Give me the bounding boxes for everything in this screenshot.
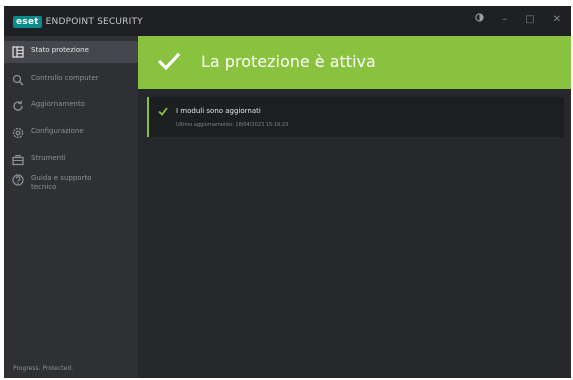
status-accent-bar bbox=[147, 97, 149, 137]
sidebar-item-strumenti[interactable]: Strumenti bbox=[4, 149, 138, 171]
close-button[interactable]: ✕ bbox=[553, 14, 561, 26]
sidebar-item-label: Stato protezione bbox=[31, 46, 89, 54]
search-icon bbox=[12, 74, 24, 86]
briefcase-icon bbox=[12, 154, 24, 166]
settings-icon bbox=[12, 127, 24, 139]
sidebar-item-label: Aggiornamento bbox=[31, 100, 85, 108]
main-content: I moduli sono aggiornati Ultimo aggiorna… bbox=[138, 89, 571, 378]
minimize-button[interactable]: – bbox=[502, 14, 507, 26]
modules-status-card[interactable]: I moduli sono aggiornati Ultimo aggiorna… bbox=[147, 97, 564, 137]
sidebar-item-guida-supporto[interactable]: Guida e supporto tecnico bbox=[4, 169, 138, 201]
help-icon bbox=[12, 174, 24, 186]
maximize-button[interactable]: □ bbox=[525, 14, 534, 26]
status-grid-icon bbox=[12, 46, 24, 58]
sidebar-item-aggiornamento[interactable]: Aggiornamento bbox=[4, 95, 138, 117]
sidebar-item-label: Controllo computer bbox=[31, 74, 99, 82]
refresh-icon bbox=[13, 100, 23, 111]
window-controls: – □ ✕ bbox=[475, 13, 561, 26]
checkmark-icon bbox=[158, 53, 180, 71]
product-name: ENDPOINT SECURITY bbox=[45, 17, 143, 27]
sidebar-item-stato-protezione[interactable]: Stato protezione bbox=[4, 41, 138, 63]
tagline: Progress. Protected. bbox=[13, 365, 74, 372]
protection-status-title: La protezione è attiva bbox=[201, 52, 376, 71]
status-banner: La protezione è attiva bbox=[138, 36, 571, 89]
eset-window: eset ENDPOINT SECURITY – □ ✕ Stato prote… bbox=[4, 6, 571, 378]
last-update-text: Ultimo aggiornamento: 18/04/2023 15:19:2… bbox=[176, 122, 289, 128]
sidebar-item-configurazione[interactable]: Configurazione bbox=[4, 122, 138, 144]
modules-status-title: I moduli sono aggiornati bbox=[176, 107, 261, 115]
eset-logo-mark: eset bbox=[13, 16, 42, 28]
eset-logo: eset ENDPOINT SECURITY bbox=[13, 16, 143, 28]
checkmark-icon bbox=[158, 107, 168, 116]
sidebar-item-label: Guida e supporto tecnico bbox=[31, 174, 92, 191]
theme-toggle-icon[interactable] bbox=[475, 13, 484, 26]
title-bar: eset ENDPOINT SECURITY – □ ✕ bbox=[4, 6, 571, 36]
sidebar: Stato protezione Controllo computer Aggi… bbox=[4, 36, 138, 378]
sidebar-item-label: Strumenti bbox=[31, 154, 66, 162]
sidebar-item-controllo-computer[interactable]: Controllo computer bbox=[4, 69, 138, 91]
sidebar-item-label: Configurazione bbox=[31, 127, 84, 135]
